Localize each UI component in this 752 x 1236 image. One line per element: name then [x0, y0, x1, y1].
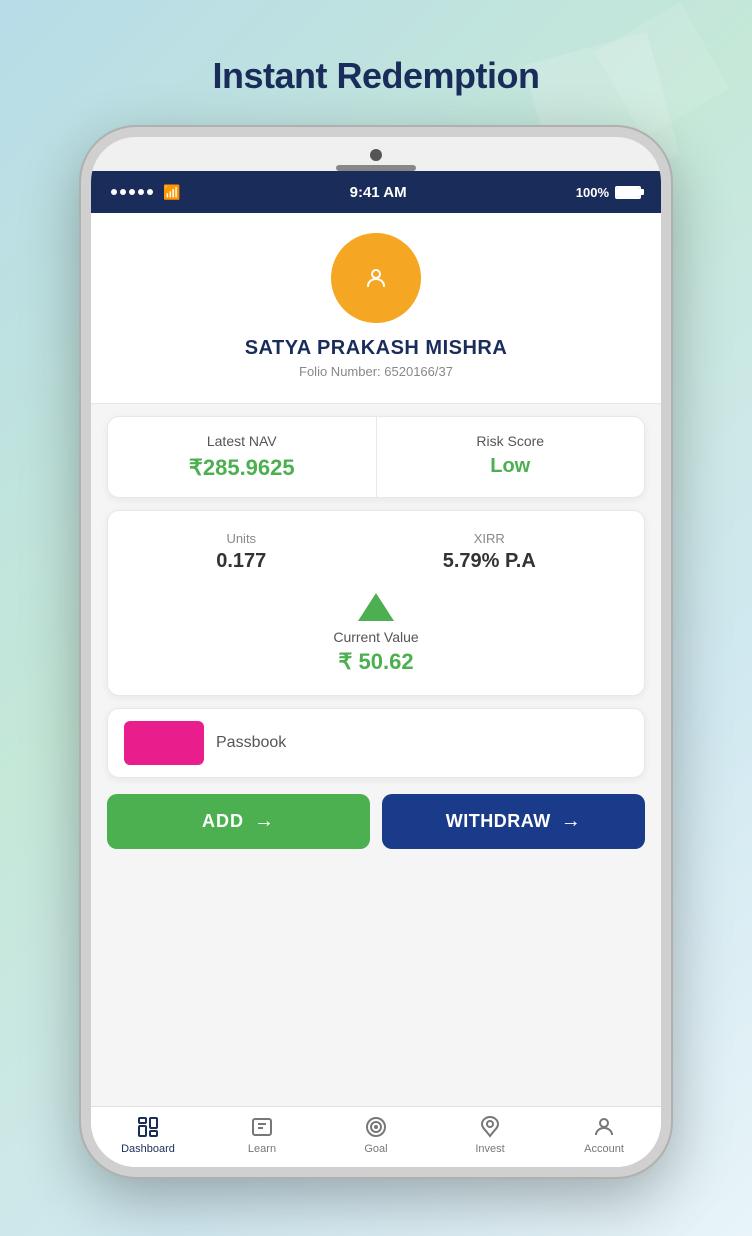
investment-card: Units 0.177 XIRR 5.79% P.A Current Value… [107, 510, 645, 696]
phone-camera [370, 149, 382, 161]
nav-item-account[interactable]: Account [547, 1115, 661, 1155]
nav-item-invest[interactable]: Invest [433, 1115, 547, 1155]
battery-icon [615, 186, 641, 199]
bottom-nav: Dashboard Learn [91, 1106, 661, 1167]
account-icon [590, 1115, 618, 1139]
withdraw-button[interactable]: WITHDRAW → [382, 794, 645, 849]
withdraw-arrow-icon: → [561, 810, 582, 833]
avatar [331, 233, 421, 323]
invest-icon [476, 1115, 504, 1139]
units-label: Units [226, 531, 256, 546]
nav-label: Latest NAV [207, 433, 277, 449]
risk-stat: Risk Score Low [377, 417, 645, 497]
nav-item-goal[interactable]: Goal [319, 1115, 433, 1155]
status-time: 9:41 AM [350, 184, 407, 201]
xirr-stat: XIRR 5.79% P.A [443, 531, 536, 573]
phone-top [91, 137, 661, 171]
units-value: 0.177 [216, 550, 266, 573]
investment-stats: Units 0.177 XIRR 5.79% P.A [128, 531, 624, 573]
account-label: Account [584, 1143, 624, 1155]
units-stat: Units 0.177 [216, 531, 266, 573]
nav-item-learn[interactable]: Learn [205, 1115, 319, 1155]
add-arrow-icon: → [254, 810, 275, 833]
page-title: Instant Redemption [212, 55, 539, 97]
phone-content: SATYA PRAKASH MISHRA Folio Number: 65201… [91, 213, 661, 1167]
battery-percent: 100% [576, 185, 609, 200]
passbook-label: Passbook [216, 734, 286, 752]
battery-fill [617, 188, 639, 197]
stats-card: Latest NAV ₹285.9625 Risk Score Low [107, 416, 645, 498]
status-left: 📶 [111, 184, 180, 201]
learn-icon [248, 1115, 276, 1139]
wifi-icon: 📶 [163, 184, 180, 201]
current-value-label: Current Value [333, 629, 418, 645]
add-label: ADD [202, 811, 244, 832]
nav-item-dashboard[interactable]: Dashboard [91, 1115, 205, 1155]
current-value-section: Current Value ₹ 50.62 [128, 593, 624, 675]
withdraw-label: WITHDRAW [446, 811, 551, 832]
add-button[interactable]: ADD → [107, 794, 370, 849]
risk-label: Risk Score [476, 433, 544, 449]
invest-label: Invest [475, 1143, 504, 1155]
phone-frame: 📶 9:41 AM 100% SATYA PRAKASH MISHRA Foli… [81, 127, 671, 1177]
nav-value: ₹285.9625 [189, 455, 295, 481]
current-value-amount: ₹ 50.62 [338, 649, 413, 675]
xirr-label: XIRR [474, 531, 505, 546]
triangle-up-icon [358, 593, 394, 621]
signal-dots [111, 189, 153, 195]
dashboard-label: Dashboard [121, 1143, 175, 1155]
dashboard-icon [134, 1115, 162, 1139]
action-buttons: ADD → WITHDRAW → [91, 790, 661, 861]
folio-number: Folio Number: 6520166/37 [299, 364, 453, 379]
risk-value: Low [490, 455, 530, 478]
nav-stat: Latest NAV ₹285.9625 [108, 417, 377, 497]
passbook-section[interactable]: Passbook [107, 708, 645, 778]
status-bar: 📶 9:41 AM 100% [91, 171, 661, 213]
xirr-value: 5.79% P.A [443, 550, 536, 573]
learn-label: Learn [248, 1143, 276, 1155]
goal-label: Goal [364, 1143, 387, 1155]
profile-section: SATYA PRAKASH MISHRA Folio Number: 65201… [91, 213, 661, 404]
user-name: SATYA PRAKASH MISHRA [245, 337, 508, 360]
status-right: 100% [576, 185, 641, 200]
passbook-icon [124, 721, 204, 765]
goal-icon [362, 1115, 390, 1139]
